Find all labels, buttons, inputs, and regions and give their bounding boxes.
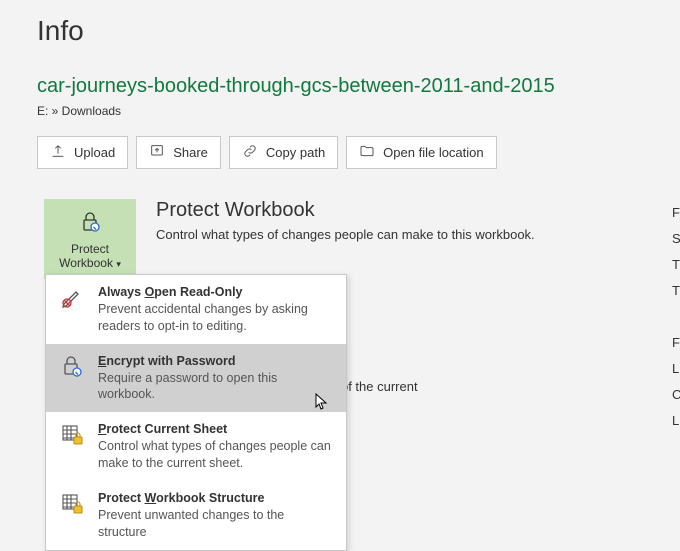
- menu-protect-workbook-structure[interactable]: Protect Workbook Structure Prevent unwan…: [46, 481, 346, 550]
- menu-desc: Prevent unwanted changes to the structur…: [98, 507, 332, 541]
- protect-tile-label: Protect Workbook ▾: [44, 242, 136, 270]
- menu-open-read-only[interactable]: Always Open Read-Only Prevent accidental…: [46, 275, 346, 344]
- upload-label: Upload: [74, 145, 115, 160]
- toolbar: Upload Share Copy path Open file locatio…: [0, 136, 680, 169]
- copy-path-label: Copy path: [266, 145, 325, 160]
- folder-icon: [359, 143, 375, 162]
- share-button[interactable]: Share: [136, 136, 221, 169]
- open-location-label: Open file location: [383, 145, 483, 160]
- link-icon: [242, 143, 258, 162]
- protect-workbook-menu: Always Open Read-Only Prevent accidental…: [45, 274, 347, 551]
- open-location-button[interactable]: Open file location: [346, 136, 496, 169]
- properties-sidebar-cutoff: F S T T F L C L: [672, 200, 680, 434]
- page-title: Info: [0, 0, 680, 51]
- workbook-lock-icon: [58, 490, 86, 518]
- file-title: car-journeys-booked-through-gcs-between-…: [0, 51, 680, 100]
- share-icon: [149, 143, 165, 162]
- lock-search-icon: [58, 353, 86, 381]
- section-title: Protect Workbook: [156, 199, 535, 222]
- menu-protect-current-sheet[interactable]: Protect Current Sheet Control what types…: [46, 412, 346, 481]
- menu-label: Protect Workbook Structure: [98, 490, 332, 507]
- menu-label: Encrypt with Password: [98, 353, 332, 370]
- protect-workbook-tile[interactable]: Protect Workbook ▾: [44, 199, 136, 279]
- menu-desc: Prevent accidental changes by asking rea…: [98, 301, 332, 335]
- menu-encrypt-password[interactable]: Encrypt with Password Require a password…: [46, 344, 346, 413]
- copy-path-button[interactable]: Copy path: [229, 136, 338, 169]
- menu-label: Always Open Read-Only: [98, 284, 332, 301]
- menu-desc: Require a password to open this workbook…: [98, 370, 332, 404]
- menu-label: Protect Current Sheet: [98, 421, 332, 438]
- upload-icon: [50, 143, 66, 162]
- menu-desc: Control what types of changes people can…: [98, 438, 332, 472]
- upload-button[interactable]: Upload: [37, 136, 128, 169]
- section-desc: Control what types of changes people can…: [156, 227, 535, 242]
- sheet-lock-icon: [58, 421, 86, 449]
- lock-icon: [78, 210, 102, 237]
- cursor-icon: [315, 393, 329, 411]
- share-label: Share: [173, 145, 208, 160]
- pencil-slash-icon: [58, 284, 86, 312]
- breadcrumb: E: » Downloads: [0, 100, 680, 136]
